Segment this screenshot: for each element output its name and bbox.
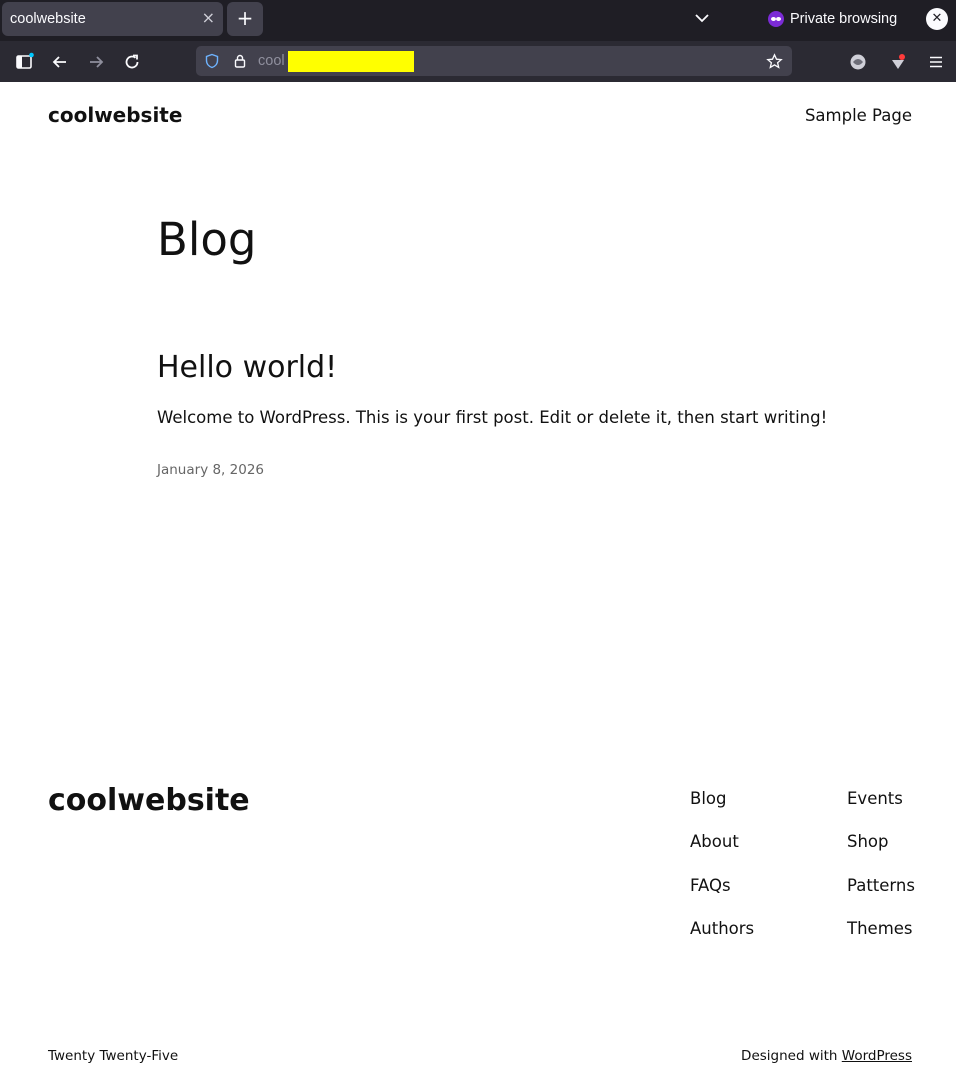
- browser-tab[interactable]: coolwebsite ×: [2, 2, 223, 36]
- url-bar[interactable]: cool: [196, 46, 792, 76]
- browser-tab-bar: coolwebsite × + Private browsing ✕: [0, 0, 956, 41]
- theme-credit: Twenty Twenty-Five: [48, 1048, 179, 1064]
- url-redaction: [288, 51, 414, 72]
- private-browsing-indicator: Private browsing: [768, 9, 897, 29]
- menu-icon[interactable]: [926, 52, 946, 72]
- footer-link-events[interactable]: Events: [847, 789, 915, 832]
- tab-title: coolwebsite: [10, 11, 86, 27]
- post-excerpt: Welcome to WordPress. This is your first…: [157, 408, 828, 427]
- footer-link-authors[interactable]: Authors: [690, 919, 754, 962]
- footer-nav-column-2: Events Shop Patterns Themes: [847, 789, 915, 962]
- footer-site-title[interactable]: coolwebsite: [48, 783, 250, 818]
- private-browsing-icon: [768, 11, 784, 27]
- lock-icon[interactable]: [232, 53, 248, 69]
- close-window-button[interactable]: ✕: [926, 8, 948, 30]
- url-text: cool: [258, 53, 285, 69]
- reload-icon[interactable]: [122, 52, 142, 72]
- footer-nav-column-1: Blog About FAQs Authors: [690, 789, 754, 962]
- footer-link-shop[interactable]: Shop: [847, 832, 915, 875]
- browser-nav-bar: cool: [0, 41, 956, 82]
- footer-link-about[interactable]: About: [690, 832, 754, 875]
- designed-with-credit: Designed with WordPress: [741, 1048, 912, 1064]
- footer-link-patterns[interactable]: Patterns: [847, 876, 915, 919]
- sidebar-icon[interactable]: [14, 52, 34, 72]
- footer-link-themes[interactable]: Themes: [847, 919, 915, 962]
- back-icon[interactable]: [50, 52, 70, 72]
- bookmark-star-icon[interactable]: [766, 53, 783, 70]
- nav-link-sample-page[interactable]: Sample Page: [805, 106, 912, 125]
- page-title: Blog: [157, 213, 257, 266]
- post-title[interactable]: Hello world!: [157, 350, 337, 385]
- post-date[interactable]: January 8, 2026: [157, 462, 264, 478]
- designed-with-text: Designed with: [741, 1048, 842, 1064]
- wordpress-link[interactable]: WordPress: [842, 1048, 912, 1064]
- new-tab-button[interactable]: +: [227, 2, 263, 36]
- footer-link-blog[interactable]: Blog: [690, 789, 754, 832]
- extension-icon[interactable]: [848, 52, 868, 72]
- extension-icon-2[interactable]: [888, 52, 908, 72]
- site-title[interactable]: coolwebsite: [48, 103, 182, 127]
- footer-link-faqs[interactable]: FAQs: [690, 876, 754, 919]
- forward-icon[interactable]: [86, 52, 106, 72]
- tab-list-icon[interactable]: [693, 9, 711, 27]
- shield-icon[interactable]: [204, 53, 220, 69]
- private-browsing-label: Private browsing: [790, 11, 898, 27]
- tab-close-icon[interactable]: ×: [202, 8, 215, 27]
